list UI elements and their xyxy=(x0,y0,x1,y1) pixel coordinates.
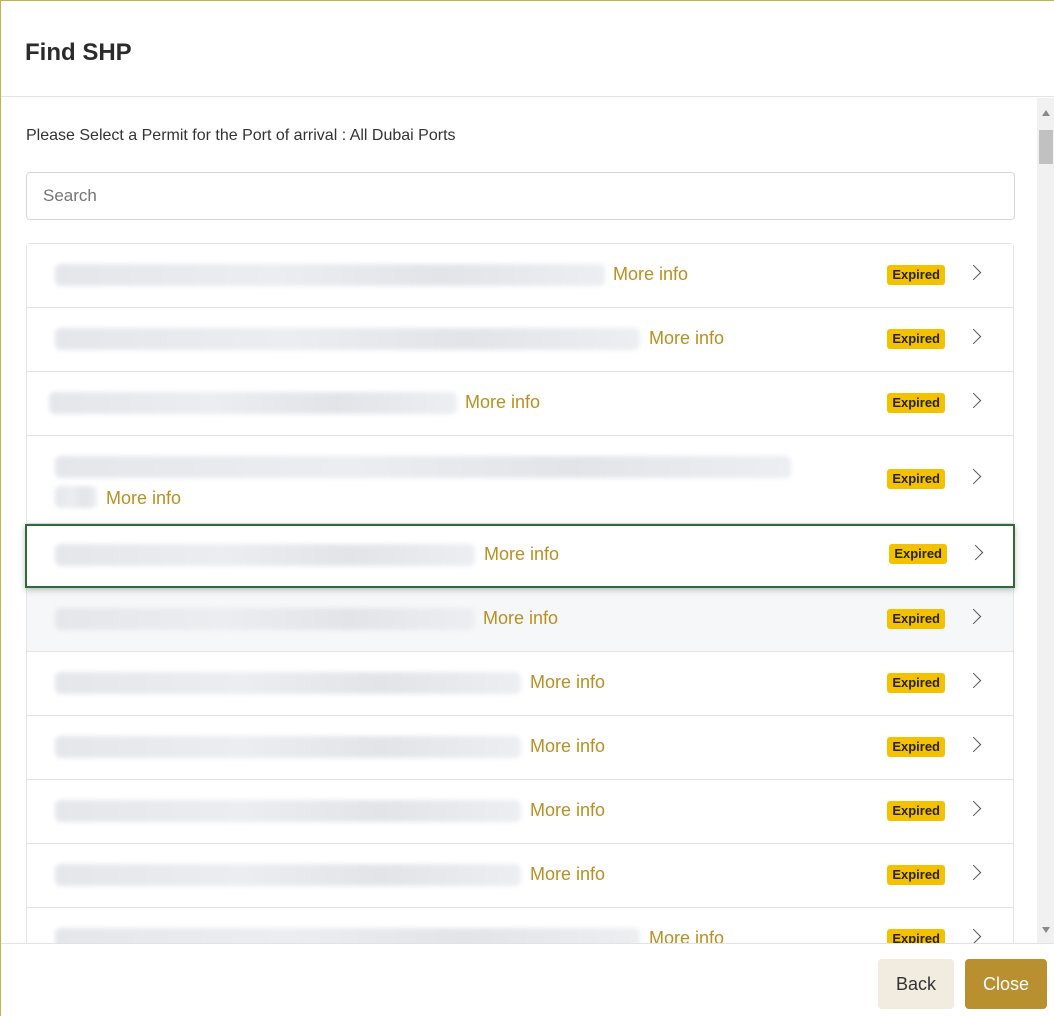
permit-row[interactable]: More info Expired xyxy=(27,244,1013,308)
chevron-right-icon[interactable] xyxy=(965,328,982,345)
redacted-permit-name xyxy=(55,736,521,758)
scroll-up-arrow-icon[interactable] xyxy=(1042,110,1050,116)
permit-row[interactable]: More info Expired xyxy=(27,716,1013,780)
status-badge: Expired xyxy=(887,393,945,413)
more-info-link[interactable]: More info xyxy=(483,608,558,629)
port-prompt: Please Select a Permit for the Port of a… xyxy=(26,127,456,144)
permit-row[interactable]: More info Expired xyxy=(27,308,1013,372)
redacted-permit-name xyxy=(55,608,475,630)
permit-row[interactable]: More info Expired xyxy=(27,588,1013,652)
permit-row[interactable]: More info Expired xyxy=(27,372,1013,436)
more-info-link[interactable]: More info xyxy=(530,672,605,693)
vertical-scrollbar[interactable] xyxy=(1037,98,1054,943)
scroll-thumb[interactable] xyxy=(1039,130,1053,164)
permit-row[interactable]: More info Expired xyxy=(27,844,1013,908)
status-badge: Expired xyxy=(887,265,945,285)
redacted-permit-name xyxy=(55,928,640,943)
permit-row[interactable]: More info Expired xyxy=(27,436,1013,524)
back-button[interactable]: Back xyxy=(878,959,954,1009)
more-info-link[interactable]: More info xyxy=(649,928,724,943)
permit-row[interactable]: More info Expired xyxy=(27,652,1013,716)
status-badge: Expired xyxy=(887,865,945,885)
scroll-down-arrow-icon[interactable] xyxy=(1042,927,1050,933)
more-info-link[interactable]: More info xyxy=(649,328,724,349)
status-badge: Expired xyxy=(887,929,945,943)
more-info-link[interactable]: More info xyxy=(465,392,540,413)
redacted-permit-name xyxy=(55,672,521,694)
redacted-permit-name xyxy=(49,392,457,414)
chevron-right-icon[interactable] xyxy=(965,468,982,485)
status-badge: Expired xyxy=(887,609,945,629)
chevron-right-icon[interactable] xyxy=(965,736,982,753)
chevron-right-icon[interactable] xyxy=(965,672,982,689)
redacted-permit-name xyxy=(55,328,640,350)
find-shp-modal: Find SHP Please Select a Permit for the … xyxy=(0,0,1054,1016)
more-info-link[interactable]: More info xyxy=(530,800,605,821)
status-badge: Expired xyxy=(887,673,945,693)
search-input[interactable] xyxy=(26,172,1015,220)
chevron-right-icon[interactable] xyxy=(965,608,982,625)
chevron-right-icon[interactable] xyxy=(965,264,982,281)
modal-body: Please Select a Permit for the Port of a… xyxy=(1,98,1054,943)
more-info-link[interactable]: More info xyxy=(484,544,559,565)
more-info-link[interactable]: More info xyxy=(613,264,688,285)
redacted-permit-name xyxy=(55,544,475,566)
chevron-right-icon[interactable] xyxy=(965,928,982,943)
status-badge: Expired xyxy=(887,329,945,349)
status-badge: Expired xyxy=(889,544,947,564)
chevron-right-icon[interactable] xyxy=(967,544,984,561)
chevron-right-icon[interactable] xyxy=(965,800,982,817)
redacted-permit-name xyxy=(55,864,521,886)
close-button[interactable]: Close xyxy=(965,959,1047,1009)
chevron-right-icon[interactable] xyxy=(965,864,982,881)
status-badge: Expired xyxy=(887,737,945,757)
status-badge: Expired xyxy=(887,801,945,821)
permit-list: More info Expired More info Expired More… xyxy=(25,243,1015,943)
redacted-permit-name xyxy=(55,264,605,286)
redacted-permit-name xyxy=(55,800,521,822)
more-info-link[interactable]: More info xyxy=(106,488,181,509)
more-info-link[interactable]: More info xyxy=(530,864,605,885)
chevron-right-icon[interactable] xyxy=(965,392,982,409)
status-badge: Expired xyxy=(887,469,945,489)
permit-row-selected[interactable]: More info Expired xyxy=(25,524,1015,588)
modal-footer: Back Close xyxy=(1,943,1054,1016)
modal-header: Find SHP xyxy=(1,1,1054,97)
modal-title: Find SHP xyxy=(25,39,132,66)
redacted-permit-name xyxy=(55,486,97,508)
permit-row[interactable]: More info Expired xyxy=(27,908,1013,943)
permit-row[interactable]: More info Expired xyxy=(27,780,1013,844)
more-info-link[interactable]: More info xyxy=(530,736,605,757)
redacted-permit-name xyxy=(55,456,791,478)
